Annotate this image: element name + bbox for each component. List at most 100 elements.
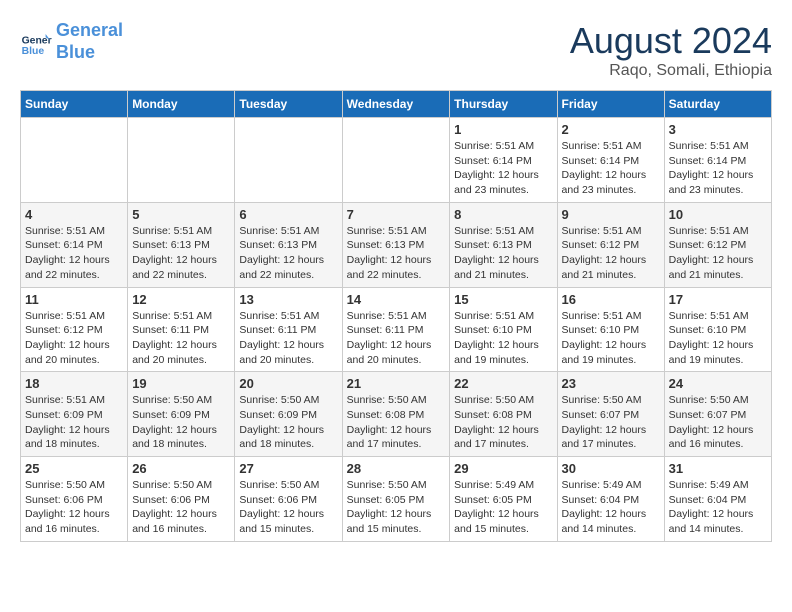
day-info: Sunrise: 5:50 AM Sunset: 6:09 PM Dayligh… bbox=[132, 393, 230, 452]
day-info: Sunrise: 5:50 AM Sunset: 6:07 PM Dayligh… bbox=[562, 393, 660, 452]
day-number: 4 bbox=[25, 207, 123, 222]
calendar-cell: 8 Sunrise: 5:51 AM Sunset: 6:13 PM Daylig… bbox=[450, 202, 557, 287]
weekday-header-sunday: Sunday bbox=[21, 91, 128, 118]
title-block: August 2024 Raqo, Somali, Ethiopia bbox=[570, 20, 772, 80]
day-info: Sunrise: 5:50 AM Sunset: 6:08 PM Dayligh… bbox=[347, 393, 446, 452]
day-info: Sunrise: 5:49 AM Sunset: 6:04 PM Dayligh… bbox=[669, 478, 767, 537]
day-info: Sunrise: 5:51 AM Sunset: 6:14 PM Dayligh… bbox=[562, 139, 660, 198]
day-number: 31 bbox=[669, 461, 767, 476]
day-info: Sunrise: 5:50 AM Sunset: 6:09 PM Dayligh… bbox=[239, 393, 337, 452]
calendar-cell: 14 Sunrise: 5:51 AM Sunset: 6:11 PM Dayli… bbox=[342, 287, 450, 372]
page-header: General Blue GeneralBlue August 2024 Raq… bbox=[20, 20, 772, 80]
day-info: Sunrise: 5:50 AM Sunset: 6:08 PM Dayligh… bbox=[454, 393, 552, 452]
calendar-cell: 5Sunrise: 5:51 AM Sunset: 6:13 PM Daylig… bbox=[128, 202, 235, 287]
day-number: 14 bbox=[347, 292, 446, 307]
day-info: Sunrise: 5:51 AM Sunset: 6:13 PM Dayligh… bbox=[454, 224, 552, 283]
calendar-cell: 19 Sunrise: 5:50 AM Sunset: 6:09 PM Dayli… bbox=[128, 372, 235, 457]
day-info: Sunrise: 5:51 AM Sunset: 6:09 PM Dayligh… bbox=[25, 393, 123, 452]
day-number: 1 bbox=[454, 122, 552, 137]
day-number: 25 bbox=[25, 461, 123, 476]
calendar-cell: 9Sunrise: 5:51 AM Sunset: 6:12 PM Daylig… bbox=[557, 202, 664, 287]
calendar-cell: 13 Sunrise: 5:51 AM Sunset: 6:11 PM Dayli… bbox=[235, 287, 342, 372]
weekday-header-monday: Monday bbox=[128, 91, 235, 118]
day-number: 22 bbox=[454, 376, 552, 391]
day-info: Sunrise: 5:50 AM Sunset: 6:05 PM Dayligh… bbox=[347, 478, 446, 537]
calendar-cell: 21 Sunrise: 5:50 AM Sunset: 6:08 PM Dayli… bbox=[342, 372, 450, 457]
day-number: 28 bbox=[347, 461, 446, 476]
calendar-cell: 15 Sunrise: 5:51 AM Sunset: 6:10 PM Dayli… bbox=[450, 287, 557, 372]
day-info: Sunrise: 5:50 AM Sunset: 6:06 PM Dayligh… bbox=[132, 478, 230, 537]
calendar-table: SundayMondayTuesdayWednesdayThursdayFrid… bbox=[20, 90, 772, 542]
calendar-cell bbox=[128, 118, 235, 203]
calendar-cell: 25Sunrise: 5:50 AM Sunset: 6:06 PM Dayli… bbox=[21, 457, 128, 542]
calendar-cell: 28 Sunrise: 5:50 AM Sunset: 6:05 PM Dayli… bbox=[342, 457, 450, 542]
day-number: 13 bbox=[239, 292, 337, 307]
calendar-cell: 12Sunrise: 5:51 AM Sunset: 6:11 PM Dayli… bbox=[128, 287, 235, 372]
day-info: Sunrise: 5:51 AM Sunset: 6:14 PM Dayligh… bbox=[25, 224, 123, 283]
day-info: Sunrise: 5:51 AM Sunset: 6:12 PM Dayligh… bbox=[25, 309, 123, 368]
day-number: 19 bbox=[132, 376, 230, 391]
weekday-header-friday: Friday bbox=[557, 91, 664, 118]
calendar-cell: 29 Sunrise: 5:49 AM Sunset: 6:05 PM Dayli… bbox=[450, 457, 557, 542]
day-number: 7 bbox=[347, 207, 446, 222]
day-number: 10 bbox=[669, 207, 767, 222]
day-number: 27 bbox=[239, 461, 337, 476]
calendar-cell: 2Sunrise: 5:51 AM Sunset: 6:14 PM Daylig… bbox=[557, 118, 664, 203]
calendar-cell: 31 Sunrise: 5:49 AM Sunset: 6:04 PM Dayli… bbox=[664, 457, 771, 542]
day-number: 18 bbox=[25, 376, 123, 391]
day-info: Sunrise: 5:50 AM Sunset: 6:06 PM Dayligh… bbox=[239, 478, 337, 537]
calendar-cell: 3 Sunrise: 5:51 AM Sunset: 6:14 PM Daylig… bbox=[664, 118, 771, 203]
day-info: Sunrise: 5:51 AM Sunset: 6:12 PM Dayligh… bbox=[669, 224, 767, 283]
day-number: 17 bbox=[669, 292, 767, 307]
svg-text:Blue: Blue bbox=[22, 46, 45, 57]
day-number: 29 bbox=[454, 461, 552, 476]
calendar-cell: 24 Sunrise: 5:50 AM Sunset: 6:07 PM Dayli… bbox=[664, 372, 771, 457]
weekday-header-row: SundayMondayTuesdayWednesdayThursdayFrid… bbox=[21, 91, 772, 118]
logo-text: GeneralBlue bbox=[56, 20, 123, 63]
calendar-cell: 26Sunrise: 5:50 AM Sunset: 6:06 PM Dayli… bbox=[128, 457, 235, 542]
calendar-cell: 7Sunrise: 5:51 AM Sunset: 6:13 PM Daylig… bbox=[342, 202, 450, 287]
weekday-header-thursday: Thursday bbox=[450, 91, 557, 118]
day-number: 3 bbox=[669, 122, 767, 137]
logo: General Blue GeneralBlue bbox=[20, 20, 123, 63]
day-number: 6 bbox=[239, 207, 337, 222]
day-info: Sunrise: 5:51 AM Sunset: 6:11 PM Dayligh… bbox=[239, 309, 337, 368]
day-info: Sunrise: 5:51 AM Sunset: 6:10 PM Dayligh… bbox=[454, 309, 552, 368]
calendar-cell bbox=[21, 118, 128, 203]
month-title: August 2024 bbox=[570, 20, 772, 62]
day-number: 20 bbox=[239, 376, 337, 391]
calendar-cell: 16 Sunrise: 5:51 AM Sunset: 6:10 PM Dayli… bbox=[557, 287, 664, 372]
calendar-week-row: 4 Sunrise: 5:51 AM Sunset: 6:14 PM Daylig… bbox=[21, 202, 772, 287]
day-number: 24 bbox=[669, 376, 767, 391]
day-number: 5 bbox=[132, 207, 230, 222]
day-info: Sunrise: 5:49 AM Sunset: 6:05 PM Dayligh… bbox=[454, 478, 552, 537]
calendar-cell: 27 Sunrise: 5:50 AM Sunset: 6:06 PM Dayli… bbox=[235, 457, 342, 542]
calendar-cell: 22 Sunrise: 5:50 AM Sunset: 6:08 PM Dayli… bbox=[450, 372, 557, 457]
weekday-header-wednesday: Wednesday bbox=[342, 91, 450, 118]
location: Raqo, Somali, Ethiopia bbox=[570, 62, 772, 80]
calendar-cell: 18 Sunrise: 5:51 AM Sunset: 6:09 PM Dayli… bbox=[21, 372, 128, 457]
calendar-cell: 10 Sunrise: 5:51 AM Sunset: 6:12 PM Dayli… bbox=[664, 202, 771, 287]
day-number: 21 bbox=[347, 376, 446, 391]
day-number: 30 bbox=[562, 461, 660, 476]
day-info: Sunrise: 5:51 AM Sunset: 6:11 PM Dayligh… bbox=[347, 309, 446, 368]
day-info: Sunrise: 5:51 AM Sunset: 6:13 PM Dayligh… bbox=[239, 224, 337, 283]
day-info: Sunrise: 5:51 AM Sunset: 6:10 PM Dayligh… bbox=[562, 309, 660, 368]
calendar-cell: 23Sunrise: 5:50 AM Sunset: 6:07 PM Dayli… bbox=[557, 372, 664, 457]
day-number: 11 bbox=[25, 292, 123, 307]
calendar-cell: 1Sunrise: 5:51 AM Sunset: 6:14 PM Daylig… bbox=[450, 118, 557, 203]
calendar-cell bbox=[235, 118, 342, 203]
day-info: Sunrise: 5:51 AM Sunset: 6:10 PM Dayligh… bbox=[669, 309, 767, 368]
day-number: 15 bbox=[454, 292, 552, 307]
calendar-week-row: 25 Sunrise: 5:50 AM Sunset: 6:06 PM Dayli… bbox=[21, 457, 772, 542]
calendar-week-row: 11 Sunrise: 5:51 AM Sunset: 6:12 PM Dayli… bbox=[21, 287, 772, 372]
day-info: Sunrise: 5:51 AM Sunset: 6:12 PM Dayligh… bbox=[562, 224, 660, 283]
calendar-cell: 17 Sunrise: 5:51 AM Sunset: 6:10 PM Dayli… bbox=[664, 287, 771, 372]
day-info: Sunrise: 5:51 AM Sunset: 6:14 PM Dayligh… bbox=[669, 139, 767, 198]
day-number: 16 bbox=[562, 292, 660, 307]
day-number: 8 bbox=[454, 207, 552, 222]
day-info: Sunrise: 5:50 AM Sunset: 6:07 PM Dayligh… bbox=[669, 393, 767, 452]
calendar-cell: 30 Sunrise: 5:49 AM Sunset: 6:04 PM Dayli… bbox=[557, 457, 664, 542]
calendar-cell: 20 Sunrise: 5:50 AM Sunset: 6:09 PM Dayli… bbox=[235, 372, 342, 457]
day-info: Sunrise: 5:49 AM Sunset: 6:04 PM Dayligh… bbox=[562, 478, 660, 537]
